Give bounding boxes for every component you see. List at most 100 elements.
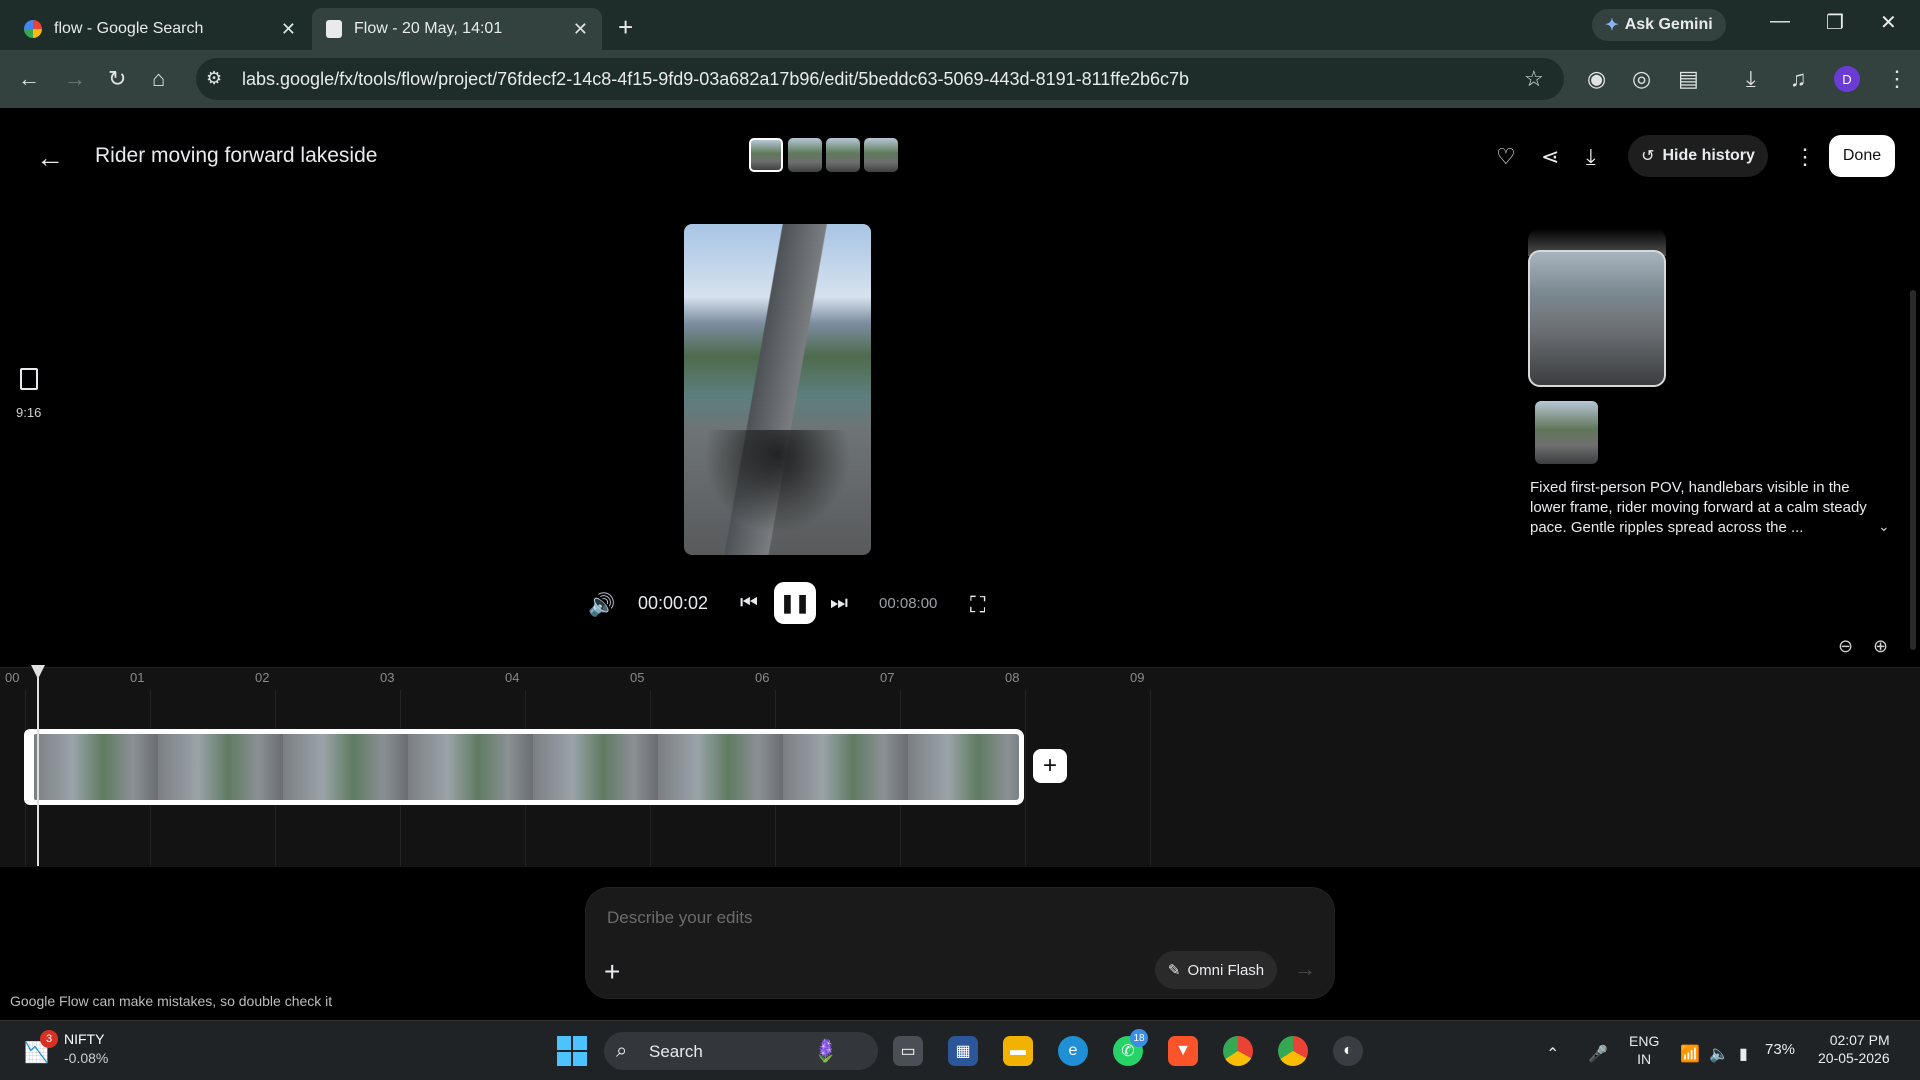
- timeline-tick: 06: [755, 670, 770, 685]
- tab-title: flow - Google Search: [54, 20, 204, 37]
- skip-previous-icon[interactable]: ⏮: [740, 592, 758, 615]
- skip-next-icon[interactable]: ⏭: [830, 592, 848, 615]
- speaker-icon[interactable]: 🔈: [1709, 1044, 1729, 1064]
- timeline-tick: 09: [1130, 670, 1145, 685]
- chrome-profile-icon[interactable]: [1278, 1036, 1308, 1066]
- minimize-icon[interactable]: —: [1770, 10, 1790, 33]
- send-arrow-icon[interactable]: →: [1294, 956, 1316, 982]
- history-thumbnail-source[interactable]: [1535, 401, 1598, 464]
- close-tab-icon[interactable]: ✕: [281, 19, 296, 40]
- version-thumbnail[interactable]: [749, 138, 783, 172]
- language-code: ENG: [1629, 1033, 1660, 1049]
- stock-name: NIFTY: [64, 1031, 105, 1047]
- site-info-icon[interactable]: ⚙: [206, 68, 222, 89]
- clock-date: 20-05-2026: [1818, 1050, 1890, 1066]
- timeline-tick: 07: [880, 670, 895, 685]
- new-tab-icon[interactable]: +: [618, 12, 633, 43]
- language-indicator[interactable]: ENG IN: [1629, 1032, 1659, 1068]
- hide-history-label: Hide history: [1662, 147, 1755, 164]
- clock[interactable]: 02:07 PM 20-05-2026: [1818, 1031, 1890, 1067]
- timeline-tick: 04: [505, 670, 520, 685]
- file-explorer-icon[interactable]: ▬: [1003, 1036, 1033, 1066]
- chrome-icon[interactable]: [1223, 1036, 1253, 1066]
- timeline-tick: 01: [130, 670, 145, 685]
- battery-percentage: 73%: [1765, 1041, 1796, 1058]
- history-thumbnail-current[interactable]: [1528, 250, 1666, 387]
- chevron-down-icon[interactable]: ⌄: [1878, 518, 1890, 535]
- restore-icon[interactable]: ❐: [1826, 10, 1844, 35]
- add-attachment-icon[interactable]: +: [604, 956, 620, 988]
- history-scrollbar[interactable]: [1910, 290, 1916, 650]
- incognito-icon[interactable]: ◉: [1587, 66, 1606, 92]
- search-highlight-icon: 🪻: [812, 1038, 840, 1063]
- version-thumbnail[interactable]: [788, 138, 822, 172]
- fullscreen-icon[interactable]: ⛶: [970, 592, 985, 618]
- timeline-tick: 03: [380, 670, 395, 685]
- bookmark-star-icon[interactable]: ☆: [1524, 66, 1544, 92]
- more-options-icon[interactable]: ⋮: [1794, 144, 1816, 170]
- history-icon: ↺: [1641, 148, 1655, 165]
- ask-gemini-button[interactable]: ✦ Ask Gemini: [1592, 9, 1726, 41]
- reading-mode-icon[interactable]: ▤: [1678, 66, 1699, 92]
- close-window-icon[interactable]: ✕: [1880, 10, 1897, 35]
- magic-wand-icon: ✎: [1167, 962, 1181, 979]
- hide-history-button[interactable]: ↺ Hide history: [1628, 135, 1768, 177]
- edge-icon[interactable]: e: [1058, 1036, 1088, 1066]
- timeline-gridline: [1150, 690, 1151, 866]
- wifi-icon[interactable]: 📶: [1680, 1044, 1700, 1064]
- browser-menu-icon[interactable]: ⋮: [1886, 66, 1908, 92]
- clip-trim-handle[interactable]: [24, 729, 34, 805]
- ask-gemini-label: Ask Gemini: [1624, 16, 1713, 33]
- whatsapp-badge: 18: [1130, 1029, 1148, 1047]
- disclaimer: Google Flow can make mistakes, so double…: [10, 993, 333, 1009]
- video-clip[interactable]: [28, 729, 1024, 805]
- battery-icon[interactable]: ▮: [1739, 1044, 1748, 1064]
- microsoft-store-icon[interactable]: ▦: [948, 1036, 978, 1066]
- back-arrow-icon[interactable]: ←: [36, 142, 64, 174]
- url-text[interactable]: labs.google/fx/tools/flow/project/76fdec…: [242, 69, 1189, 90]
- clock-time: 02:07 PM: [1829, 1032, 1890, 1048]
- current-time: 00:00:02: [638, 593, 709, 613]
- edit-prompt-input[interactable]: [607, 906, 1207, 930]
- forward-icon[interactable]: →: [64, 66, 86, 92]
- close-tab-icon[interactable]: ✕: [573, 19, 588, 40]
- brave-icon[interactable]: ▼: [1168, 1036, 1198, 1066]
- pause-button[interactable]: ❚❚: [774, 582, 816, 624]
- app-icon[interactable]: ◐: [1333, 1036, 1363, 1066]
- task-view-icon[interactable]: ▭: [893, 1036, 923, 1066]
- microphone-icon[interactable]: 🎤: [1588, 1044, 1608, 1064]
- version-thumbnail[interactable]: [864, 138, 898, 172]
- model-selector[interactable]: ✎ Omni Flash: [1155, 951, 1277, 989]
- page-icon: [326, 20, 342, 38]
- search-icon: ⌕: [616, 1040, 628, 1062]
- add-clip-button[interactable]: +: [1033, 749, 1067, 783]
- home-icon[interactable]: ⌂: [152, 66, 165, 92]
- done-button[interactable]: Done: [1829, 135, 1895, 177]
- zoom-out-icon[interactable]: ⊖: [1838, 636, 1853, 657]
- handlebars-overlay: [684, 430, 871, 555]
- google-icon: [24, 20, 42, 38]
- tab-google-search[interactable]: flow - Google Search ✕: [10, 8, 310, 50]
- taskbar-search-label: Search: [649, 1042, 703, 1061]
- share-icon[interactable]: ⋖: [1541, 144, 1559, 170]
- back-icon[interactable]: ←: [18, 66, 40, 92]
- reload-icon[interactable]: ↻: [108, 66, 126, 92]
- timeline-tick: 05: [630, 670, 645, 685]
- volume-icon[interactable]: 🔊: [588, 592, 615, 618]
- playhead-handle[interactable]: [31, 665, 45, 679]
- windows-start-icon[interactable]: [557, 1036, 587, 1066]
- aspect-ratio-label: 9:16: [16, 405, 42, 420]
- show-hidden-icons[interactable]: ⌃: [1546, 1044, 1559, 1064]
- zoom-in-icon[interactable]: ⊕: [1873, 636, 1888, 657]
- aspect-ratio-icon[interactable]: [20, 368, 38, 390]
- playhead[interactable]: [37, 676, 39, 866]
- download-video-icon[interactable]: ⤓: [1586, 144, 1596, 170]
- history-description: Fixed first-person POV, handlebars visib…: [1530, 479, 1867, 536]
- version-thumbnail[interactable]: [826, 138, 860, 172]
- download-icon[interactable]: ⤓: [1746, 66, 1756, 92]
- profile-avatar[interactable]: D: [1834, 66, 1860, 92]
- lens-icon[interactable]: ◎: [1632, 66, 1651, 92]
- media-control-icon[interactable]: ♫: [1790, 66, 1807, 92]
- favorite-heart-icon[interactable]: ♡: [1496, 144, 1516, 170]
- tab-flow[interactable]: Flow - 20 May, 14:01 ✕: [312, 8, 602, 50]
